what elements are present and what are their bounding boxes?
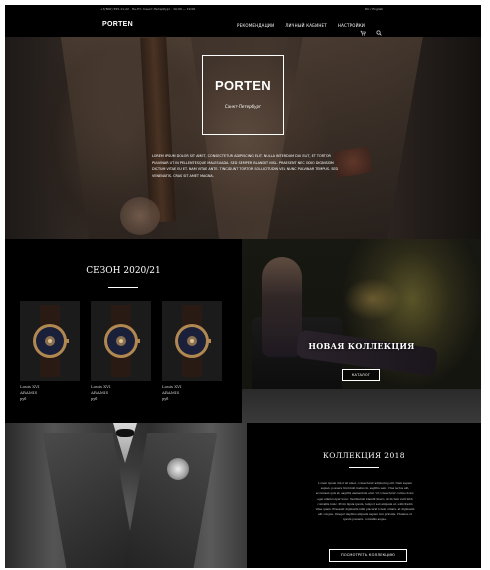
product-label-1: Louis XVI ARAMIS руб (20, 384, 40, 402)
hero-logo-title: PORTEN (215, 78, 271, 93)
nav-links: Рекомендации Личный кабинет Настройки (237, 23, 365, 28)
photo-suit-right (122, 433, 218, 568)
catalog-button[interactable]: Каталог (342, 369, 380, 381)
hero-banner: PORTEN Санкт-Петербург Lorem ipsum dolor… (5, 36, 481, 239)
hero-photo-jacket-right (267, 37, 423, 239)
page: +7(800) 555-11-22 · Пн-Пт, Санкт-Петербу… (5, 5, 481, 568)
collection-2018-description: Lorem ipsum dolor sit amet, consectetur … (315, 481, 415, 522)
new-collection-title: НОВАЯ КОЛЛЕКЦИЯ (308, 341, 415, 351)
collection-2018-photo (5, 423, 247, 568)
product-card-watch-1[interactable] (20, 301, 80, 381)
product-card-watch-2[interactable] (91, 301, 151, 381)
collection-2018-section: КОЛЛЕКЦИЯ 2018 Lorem ipsum dolor sit ame… (247, 423, 481, 568)
language-switch[interactable]: RU / English (365, 7, 383, 11)
new-collection-photo-floor (242, 389, 481, 423)
new-collection-section: НОВАЯ КОЛЛЕКЦИЯ Каталог (242, 239, 481, 423)
product-label-3: Louis XVI ARAMIS руб (162, 384, 182, 402)
view-collection-button[interactable]: Посмотреть коллекцию (329, 549, 407, 562)
photo-boutonniere (167, 458, 189, 480)
collection-2018-divider (349, 467, 379, 468)
watch-icon (175, 305, 211, 377)
season-divider (108, 287, 138, 288)
hero-logo-box: PORTEN Санкт-Петербург (202, 55, 284, 135)
season-section: СЕЗОН 2020/21 Louis XVI ARAMIS руб Louis… (5, 239, 242, 423)
nav-link-account[interactable]: Личный кабинет (285, 23, 327, 28)
header-logo[interactable]: PORTEN (102, 21, 133, 28)
collection-2018-title: КОЛЛЕКЦИЯ 2018 (323, 451, 405, 460)
hero-description: Lorem ipsum dolor sit amet, consectetur … (152, 154, 339, 178)
hero-photo-hand (120, 197, 160, 235)
season-title: СЕЗОН 2020/21 (86, 266, 161, 276)
product-price: руб (162, 397, 169, 401)
product-price: руб (20, 397, 27, 401)
contact-info: +7(800) 555-11-22 · Пн-Пт, Санкт-Петербу… (100, 7, 196, 11)
nav-link-recommendations[interactable]: Рекомендации (237, 23, 274, 28)
product-card-watch-3[interactable] (162, 301, 222, 381)
top-bar: +7(800) 555-11-22 · Пн-Пт, Санкт-Петербу… (5, 5, 481, 14)
hero-logo-subtitle: Санкт-Петербург (224, 104, 262, 109)
header-nav: PORTEN Рекомендации Личный кабинет Настр… (5, 15, 481, 37)
product-label-2: Louis XVI ARAMIS руб (91, 384, 111, 402)
product-price: руб (91, 397, 98, 401)
watch-icon (33, 305, 69, 377)
photo-bow-tie (116, 429, 134, 437)
watch-icon (104, 305, 140, 377)
